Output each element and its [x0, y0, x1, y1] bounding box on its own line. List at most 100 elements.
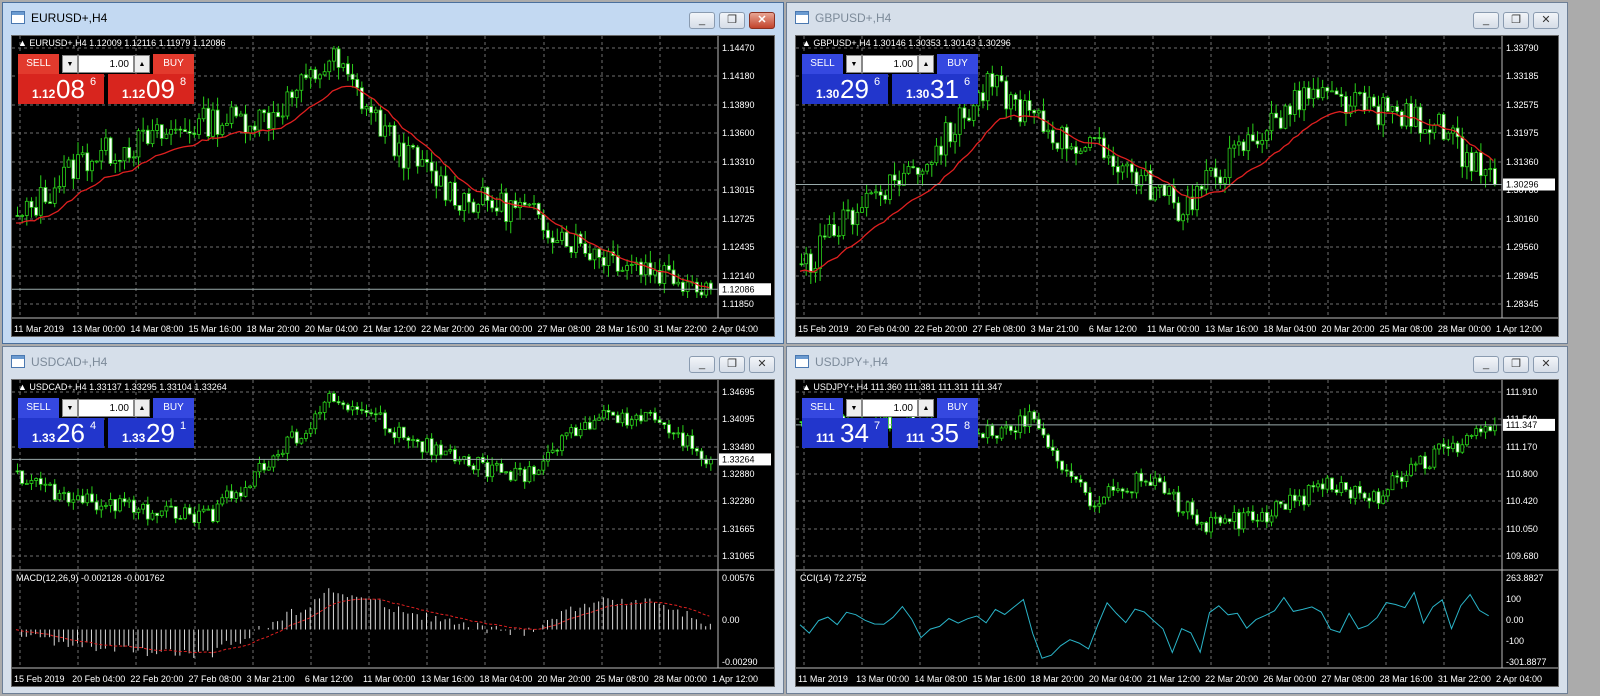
candle-body	[480, 457, 485, 463]
one-click-trading-panel: SELL ▼ 1.00 ▲ BUY 1.12 08 6 1.12 09 8	[18, 54, 194, 104]
buy-button[interactable]: BUY	[937, 54, 978, 74]
candle-body	[480, 186, 485, 205]
candle-body	[1353, 486, 1358, 499]
candle-body	[285, 436, 290, 454]
candle-body	[1418, 455, 1423, 465]
maximize-button[interactable]: ❐	[1503, 356, 1529, 373]
close-button[interactable]: ✕	[749, 12, 775, 29]
candle-body	[76, 495, 80, 501]
lot-increase-button[interactable]: ▲	[918, 399, 934, 417]
candle-body	[62, 166, 66, 187]
candle-body	[615, 255, 620, 272]
candle-body	[378, 412, 383, 415]
candle-body	[1385, 489, 1390, 497]
chart-window-icon	[11, 11, 25, 24]
minimize-button[interactable]: _	[689, 12, 715, 29]
candle-body	[294, 89, 299, 99]
buy-price-display[interactable]: 1.33 29 1	[108, 418, 194, 448]
sell-price-fraction: 4	[90, 420, 97, 432]
buy-price-display[interactable]: 1.30 31 6	[892, 74, 978, 104]
candle-body	[285, 91, 290, 117]
chart-window-usdcad[interactable]: USDCAD+,H4 _ ❐ ✕ 1.34695 1.34095 1.33480 1.3288…	[2, 346, 784, 694]
minimize-button[interactable]: _	[1473, 356, 1499, 373]
sell-button[interactable]: SELL	[18, 398, 59, 418]
buy-price-pips: 29	[146, 418, 175, 448]
candle-body	[499, 192, 504, 212]
price-axis-label: 1.14180	[722, 71, 755, 81]
buy-button[interactable]: BUY	[153, 54, 194, 74]
sell-button[interactable]: SELL	[802, 54, 843, 74]
candle-body	[629, 264, 634, 266]
candle-body	[332, 393, 336, 402]
price-axis-label: 1.31065	[722, 551, 755, 561]
buy-button[interactable]: BUY	[937, 398, 978, 418]
candle-body	[1153, 477, 1158, 486]
candle-body	[392, 431, 397, 439]
candle-body	[1185, 501, 1190, 513]
lot-decrease-button[interactable]: ▼	[846, 399, 862, 417]
minimize-button[interactable]: _	[1473, 12, 1499, 29]
lot-increase-button[interactable]: ▲	[134, 399, 150, 417]
candle-body	[564, 432, 569, 437]
sell-button[interactable]: SELL	[18, 54, 59, 74]
chart-window-gbpusd[interactable]: GBPUSD+,H4 _ ❐ ✕ 1.33790 1.33185 1.32575 1.3197…	[786, 2, 1568, 344]
price-chart[interactable]: 1.337901.331851.325751.319751.313601.307…	[795, 35, 1559, 337]
chart-window-usdjpy[interactable]: USDJPY+,H4_❐✕111.910111.540111.170110.80…	[786, 346, 1568, 694]
close-button[interactable]: ✕	[749, 356, 775, 373]
candle-body	[1148, 481, 1153, 486]
candle-body	[550, 449, 555, 453]
candle-body	[874, 191, 878, 194]
candle-body	[536, 469, 541, 475]
lot-size-input[interactable]: 1.00	[862, 399, 918, 417]
sell-price-display[interactable]: 1.12 08 6	[18, 74, 104, 104]
candle-body	[1492, 424, 1497, 432]
lot-size-input[interactable]: 1.00	[862, 55, 918, 73]
candle-body	[313, 69, 318, 80]
candle-body	[981, 433, 985, 439]
sell-button[interactable]: SELL	[802, 398, 843, 418]
window-titlebar[interactable]: EURUSD+,H4 _ ❐ ✕	[3, 3, 783, 35]
candle-body	[1055, 142, 1060, 150]
time-axis-label: 13 Mar 00:00	[856, 674, 909, 684]
candle-body	[1483, 169, 1488, 177]
window-titlebar[interactable]: USDJPY+,H4 _ ❐ ✕	[787, 347, 1567, 379]
candle-body	[369, 106, 374, 114]
candle-body	[71, 159, 76, 180]
lot-increase-button[interactable]: ▲	[918, 55, 934, 73]
candle-body	[1199, 522, 1204, 525]
candle-body	[1460, 444, 1465, 453]
close-button[interactable]: ✕	[1533, 356, 1559, 373]
maximize-button[interactable]: ❐	[1503, 12, 1529, 29]
lot-decrease-button[interactable]: ▼	[62, 55, 78, 73]
candle-body	[229, 106, 234, 124]
buy-price-display[interactable]: 111 35 8	[892, 418, 978, 448]
price-chart[interactable]: 1.34695 1.34095 1.33480 1.32880 1.32280 1.316…	[11, 379, 775, 687]
lot-decrease-button[interactable]: ▼	[62, 399, 78, 417]
candle-body	[271, 455, 276, 468]
sell-price-display[interactable]: 111 34 7	[802, 418, 888, 448]
minimize-button[interactable]: _	[689, 356, 715, 373]
maximize-button[interactable]: ❐	[719, 356, 745, 373]
candle-body	[318, 412, 322, 415]
window-titlebar[interactable]: USDCAD+,H4 _ ❐ ✕	[3, 347, 783, 379]
candle-body	[411, 145, 415, 148]
buy-price-display[interactable]: 1.12 09 8	[108, 74, 194, 104]
candle-body	[1409, 103, 1413, 127]
maximize-button[interactable]: ❐	[719, 12, 745, 29]
lot-size-input[interactable]: 1.00	[78, 55, 134, 73]
candle-body	[43, 187, 48, 203]
sell-price-display[interactable]: 1.30 29 6	[802, 74, 888, 104]
price-chart[interactable]: 1.14470 1.14180 1.13890 1.13600 1.13310 1.130…	[11, 35, 775, 337]
chart-window-eurusd[interactable]: EURUSD+,H4 _ ❐ ✕ 1.14470 1.14180 1.13890 1.1360…	[2, 2, 784, 344]
lot-size-input[interactable]: 1.00	[78, 399, 134, 417]
lot-increase-button[interactable]: ▲	[134, 55, 150, 73]
window-titlebar[interactable]: GBPUSD+,H4 _ ❐ ✕	[787, 3, 1567, 35]
sell-price-display[interactable]: 1.33 26 4	[18, 418, 104, 448]
price-chart[interactable]: 111.910111.540111.170110.800110.420110.0…	[795, 379, 1559, 687]
candle-body	[1409, 463, 1413, 476]
lot-decrease-button[interactable]: ▼	[846, 55, 862, 73]
buy-button[interactable]: BUY	[153, 398, 194, 418]
close-button[interactable]: ✕	[1533, 12, 1559, 29]
current-price-label: 1.33264	[722, 454, 755, 464]
candle-body	[999, 74, 1004, 82]
